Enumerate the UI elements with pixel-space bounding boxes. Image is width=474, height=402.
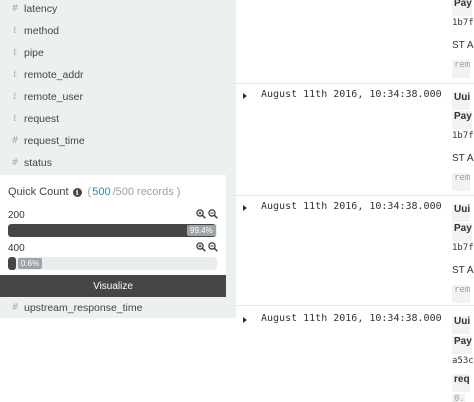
record-total: /500 records <box>112 186 174 198</box>
value-label-200: 200 <box>8 210 25 221</box>
caret-right-icon[interactable] <box>243 317 247 323</box>
info-icon[interactable]: i <box>72 187 82 197</box>
field-item-latency[interactable]: # latency <box>0 0 236 20</box>
field-type-string-icon: t <box>13 114 17 124</box>
field-name: request <box>24 113 60 125</box>
record-count-link[interactable]: 500 <box>92 186 110 198</box>
source-field-key: rem <box>452 173 471 191</box>
magnifier-plus-icon[interactable] <box>196 242 206 252</box>
value-bar-fill <box>8 224 216 237</box>
document-timestamp: August 11th 2016, 10:34:38.000 <box>261 89 442 100</box>
source-field-key: req <box>452 374 470 392</box>
source-field-key: Uui <box>452 204 471 222</box>
field-name: method <box>24 25 60 37</box>
source-field-key: Pay <box>452 336 472 354</box>
field-name: upstream_response_time <box>24 302 143 314</box>
magnifier-minus-icon[interactable] <box>208 242 218 252</box>
field-item-method[interactable]: t method <box>0 20 236 42</box>
document-row[interactable]: August 11th 2016, 10:34:38.000 <box>236 84 474 194</box>
document-row[interactable]: August 11th 2016, 10:34:38.000 <box>236 306 474 402</box>
field-details-panel: Quick Count i ( 500 /500 records ) 200 9… <box>0 175 226 297</box>
source-field-key: Uui <box>452 92 471 110</box>
caret-right-icon[interactable] <box>243 93 247 99</box>
document-source-preview: Uui Pay 1b7f ST A rem <box>452 196 474 304</box>
field-name: request_time <box>24 135 85 147</box>
source-field-value: ST A <box>452 40 474 51</box>
caret-right-icon[interactable] <box>243 205 247 211</box>
field-type-string-icon: t <box>13 92 17 102</box>
field-name: remote_addr <box>24 69 84 81</box>
field-item-remote-addr[interactable]: t remote_addr <box>0 64 236 86</box>
magnifier-minus-icon[interactable] <box>208 209 218 219</box>
source-field-key: Uui <box>452 316 471 334</box>
document-timestamp: August 11th 2016, 10:34:38.000 <box>261 201 442 212</box>
field-type-string-icon: t <box>13 48 17 58</box>
field-type-number-icon: # <box>11 158 19 168</box>
field-type-string-icon: t <box>13 70 17 80</box>
source-field-key: Pay <box>452 111 472 129</box>
paren-close: ) <box>176 186 181 198</box>
document-timestamp: August 11th 2016, 10:34:38.000 <box>261 313 442 324</box>
field-item-upstream-response-time[interactable]: # upstream_response_time <box>0 297 236 319</box>
source-field-value: 0. <box>452 394 465 402</box>
source-field-key: Pay <box>452 0 472 16</box>
source-field-value: ST A <box>452 153 474 164</box>
value-bar-fill <box>8 257 16 270</box>
source-field-value: ST A <box>452 265 474 276</box>
source-field-key: rem <box>452 285 471 303</box>
source-field-value: 1b7f <box>452 243 474 253</box>
value-label-400: 400 <box>8 243 25 254</box>
value-percent-400: 0.6% <box>18 258 43 269</box>
field-item-request[interactable]: t request <box>0 108 236 130</box>
document-row[interactable]: August 11th 2016, 10:34:38.000 <box>236 196 474 304</box>
quick-count-title: Quick Count <box>8 186 69 198</box>
field-name: remote_user <box>24 91 83 103</box>
quick-count-header: Quick Count i ( 500 /500 records ) <box>8 186 180 198</box>
document-source-preview: Uui Pay 1b7f ST A rem <box>452 84 474 194</box>
field-name: status <box>24 157 53 169</box>
field-type-string-icon: t <box>13 26 17 36</box>
source-field-value: 1b7f <box>452 131 474 141</box>
magnifier-plus-icon[interactable] <box>196 209 206 219</box>
value-filter-actions <box>196 209 218 219</box>
field-type-number-icon: # <box>11 4 19 14</box>
source-field-value: 1b7f <box>452 18 474 28</box>
field-name: latency <box>24 3 58 15</box>
field-item-pipe[interactable]: t pipe <box>0 42 236 64</box>
document-source-preview: Uui Pay a53c req 0. <box>452 306 474 402</box>
field-item-status[interactable]: # status <box>0 152 236 174</box>
field-type-number-icon: # <box>11 303 19 313</box>
value-filter-actions <box>196 242 218 252</box>
field-item-remote-user[interactable]: t remote_user <box>0 86 236 108</box>
field-item-request-time[interactable]: # request_time <box>0 130 236 152</box>
source-field-value: a53c <box>452 356 474 366</box>
value-bar-200 <box>8 224 217 237</box>
document-source-preview: Pay 1b7f ST A rem <box>452 0 474 80</box>
visualize-button[interactable]: Visualize <box>0 275 226 297</box>
source-field-key: rem <box>452 60 471 78</box>
source-field-key: Pay <box>452 223 472 241</box>
field-type-number-icon: # <box>11 136 19 146</box>
paren-open: ( <box>87 186 92 198</box>
value-percent-200: 99.4% <box>187 225 216 236</box>
field-sidebar: # latency t method t pipe t remote_addr … <box>0 0 236 318</box>
field-name: pipe <box>24 47 44 59</box>
